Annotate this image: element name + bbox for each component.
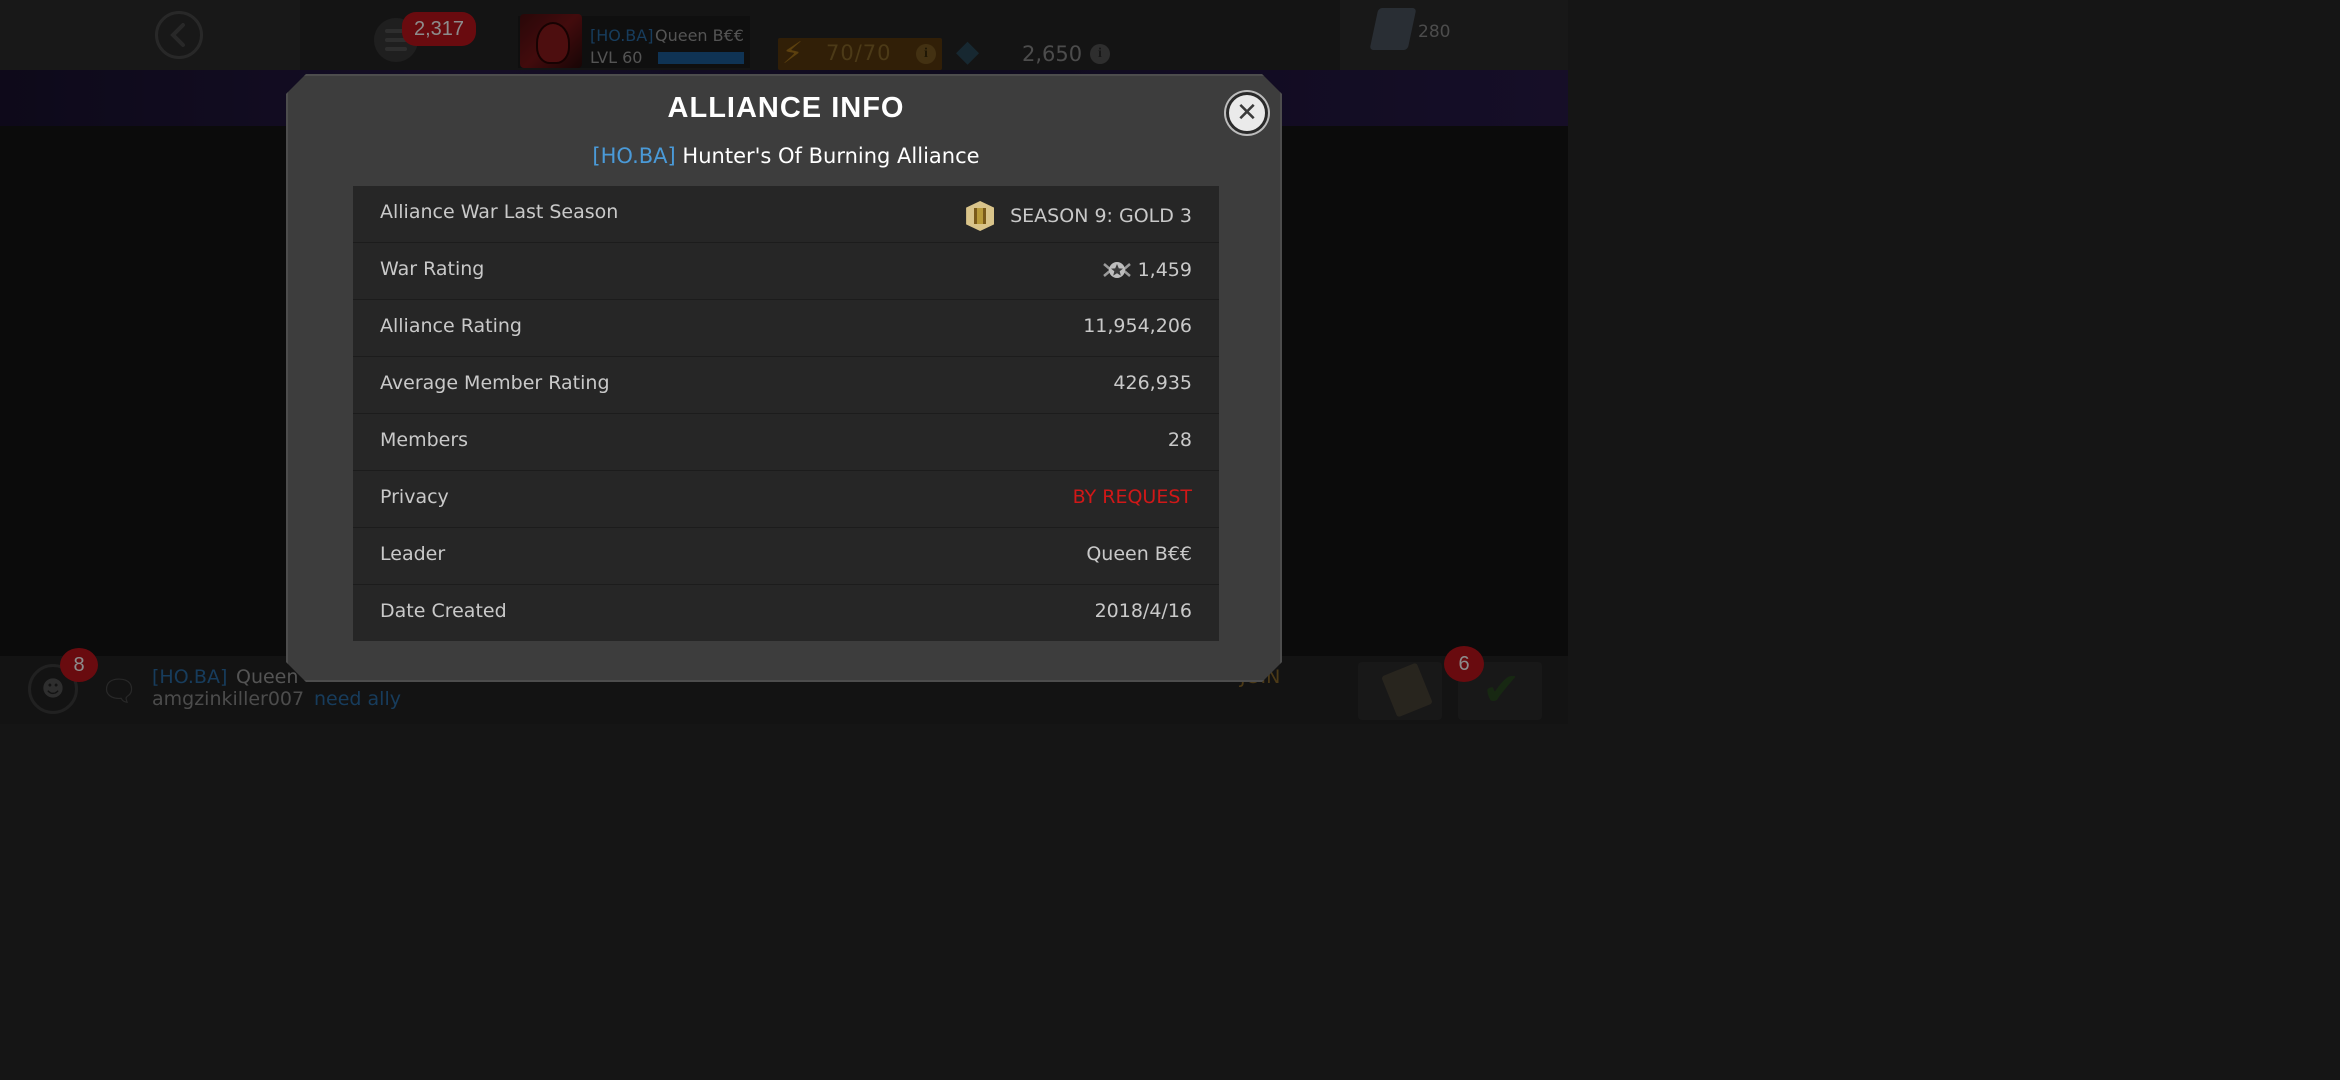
row-value: BY REQUEST: [1072, 486, 1192, 508]
row-label: War Rating: [380, 258, 485, 280]
row-value: 426,935: [1113, 372, 1192, 394]
row-value: 28: [1167, 429, 1192, 451]
row-label: Leader: [380, 543, 446, 565]
alliance-name: Hunter's Of Burning Alliance: [682, 144, 980, 168]
row-label: Average Member Rating: [380, 372, 610, 394]
row-value: 1,459: [1137, 259, 1192, 281]
row-average-member-rating: Average Member Rating 426,935: [353, 357, 1219, 413]
row-label: Alliance Rating: [380, 315, 522, 337]
alliance-name-line: [HO.BA] Hunter's Of Burning Alliance: [288, 144, 1282, 168]
close-button[interactable]: ✕: [1226, 92, 1268, 134]
row-value: SEASON 9: GOLD 3: [1010, 205, 1192, 227]
row-war-last-season: Alliance War Last Season SEASON 9: GOLD …: [353, 186, 1219, 242]
row-members: Members 28: [353, 414, 1219, 470]
alliance-tag: [HO.BA]: [592, 144, 676, 168]
row-war-rating: War Rating 1,459: [353, 243, 1219, 299]
game-screen: 2,317 [HO.BA] Queen B€€ LVL 60 ⚡ 70/70 i…: [0, 0, 1568, 724]
close-icon: ✕: [1236, 98, 1258, 128]
modal-title: ALLIANCE INFO: [667, 92, 905, 124]
alliance-info-table: Alliance War Last Season SEASON 9: GOLD …: [353, 186, 1219, 641]
row-leader: Leader Queen B€€: [353, 528, 1219, 584]
alliance-info-modal: ALLIANCE INFO ✕ [HO.BA] Hunter's Of Burn…: [286, 74, 1282, 682]
row-alliance-rating: Alliance Rating 11,954,206: [353, 300, 1219, 356]
row-label: Date Created: [380, 600, 507, 622]
row-label: Members: [380, 429, 469, 451]
row-date-created: Date Created 2018/4/16: [353, 585, 1219, 641]
war-rating-icon: [1102, 258, 1132, 282]
row-value: Queen B€€: [1086, 543, 1192, 565]
row-privacy: Privacy BY REQUEST: [353, 471, 1219, 527]
row-value: 11,954,206: [1083, 315, 1192, 337]
row-value: 2018/4/16: [1094, 600, 1192, 622]
row-label: Alliance War Last Season: [380, 201, 619, 223]
gold-tier-icon: [966, 201, 995, 231]
row-label: Privacy: [380, 486, 449, 508]
